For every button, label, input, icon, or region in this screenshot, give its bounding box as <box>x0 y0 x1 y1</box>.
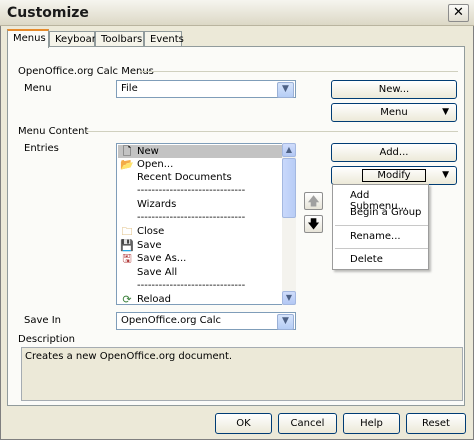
save-icon: 💾 <box>120 239 134 252</box>
list-item[interactable]: Save All <box>118 266 282 279</box>
menu-item-begin-group[interactable]: Begin a Group <box>350 207 421 218</box>
tab-events-label: Events <box>150 34 184 45</box>
list-item[interactable]: ------------------------------ <box>118 279 282 292</box>
close-button[interactable]: ✕ <box>448 4 469 22</box>
move-down-button[interactable]: 🡇 <box>304 215 323 233</box>
reset-button[interactable]: Reset <box>406 413 466 434</box>
new-button-label: New... <box>378 84 410 95</box>
entries-scrollbar[interactable]: ▲ ▼ <box>282 143 296 305</box>
menu-separator <box>335 225 428 226</box>
arrow-down-icon: 🡇 <box>307 217 320 231</box>
menu-select[interactable]: File ▼ <box>116 80 296 98</box>
modify-dropdown-menu: Add Submenu... Begin a Group Rename... D… <box>332 184 429 270</box>
scroll-up-arrow[interactable]: ▲ <box>282 143 296 157</box>
menu-separator <box>335 248 428 249</box>
entry-label: Save As... <box>137 253 187 264</box>
new-document-icon: 🗋 <box>122 145 132 158</box>
list-item[interactable]: 🗋 New <box>118 145 282 158</box>
menu-item-delete[interactable]: Delete <box>350 254 383 265</box>
dropdown-arrow-icon: ▼ <box>442 107 449 117</box>
title-bar: Customize <box>0 0 474 26</box>
close-icon: ✕ <box>453 5 464 20</box>
list-item[interactable]: Wizards <box>118 198 282 211</box>
list-item[interactable]: 🖫 Save As... <box>118 252 282 265</box>
reload-icon: ⟳ <box>122 293 132 305</box>
chevron-down-icon: ▼ <box>285 293 293 302</box>
close-document-icon: 🗀 <box>121 225 133 238</box>
tab-menus-label: Menus <box>13 33 46 44</box>
tab-toolbars[interactable]: Toolbars <box>95 31 144 47</box>
list-item[interactable]: 💾 Save <box>118 239 282 252</box>
add-button-label: Add... <box>379 147 409 158</box>
menu-dropdown-button[interactable]: Menu ▼ <box>331 103 457 122</box>
content-section-title: Menu Content <box>18 126 89 137</box>
list-item[interactable]: 🗀 Close <box>118 225 282 238</box>
add-button[interactable]: Add... <box>331 143 457 162</box>
menus-section-title: OpenOffice.org Calc Menus <box>18 66 154 77</box>
help-button[interactable]: Help <box>343 413 400 434</box>
window-title: Customize <box>7 5 89 21</box>
menu-label: Menu <box>24 83 52 94</box>
scroll-thumb[interactable] <box>282 158 296 218</box>
entry-label: Recent Documents <box>137 172 232 183</box>
menu-button-label: Menu <box>380 107 408 118</box>
modify-button[interactable]: Modify ▼ <box>331 166 457 185</box>
help-button-label: Help <box>360 418 383 429</box>
tab-keyboard[interactable]: Keyboard <box>49 31 102 47</box>
arrow-up-icon: 🡅 <box>307 194 320 208</box>
list-item[interactable]: Recent Documents <box>118 171 282 184</box>
save-in-label: Save In <box>24 315 62 326</box>
ok-button-label: OK <box>236 418 251 429</box>
move-up-button[interactable]: 🡅 <box>304 192 323 210</box>
description-text: Creates a new OpenOffice.org document. <box>25 351 233 362</box>
save-in-select[interactable]: OpenOffice.org Calc ▼ <box>116 312 296 330</box>
entry-label: Save <box>137 240 162 251</box>
description-label: Description <box>18 334 75 345</box>
chevron-up-icon: ▲ <box>285 145 293 154</box>
tab-events[interactable]: Events <box>144 31 184 47</box>
entries-label: Entries <box>24 143 59 154</box>
cancel-button-label: Cancel <box>290 418 325 429</box>
reset-button-label: Reset <box>422 418 450 429</box>
entry-label: Reload <box>137 294 172 305</box>
tab-menus[interactable]: Menus <box>7 29 49 48</box>
menu-select-value: File <box>121 83 138 94</box>
scroll-down-arrow[interactable]: ▼ <box>282 291 296 305</box>
new-button[interactable]: New... <box>331 80 457 99</box>
dropdown-arrow-icon: ▼ <box>442 170 449 180</box>
entry-label: Wizards <box>137 199 177 210</box>
cancel-button[interactable]: Cancel <box>278 413 337 434</box>
entry-label: Close <box>137 226 165 237</box>
entry-label: Save All <box>137 267 178 278</box>
list-item[interactable]: ------------------------------ <box>118 184 282 197</box>
list-item[interactable]: ⟳ Reload <box>118 293 282 305</box>
entry-separator: ------------------------------ <box>137 212 246 223</box>
tab-toolbars-label: Toolbars <box>101 34 143 45</box>
ok-button[interactable]: OK <box>215 413 272 434</box>
save-in-select-value: OpenOffice.org Calc <box>121 315 222 326</box>
open-folder-icon: 📂 <box>120 158 134 171</box>
list-item[interactable]: ------------------------------ <box>118 211 282 224</box>
content-section-separator <box>86 131 458 132</box>
menus-section-separator <box>140 71 458 72</box>
list-item[interactable]: 📂 Open... <box>118 158 282 171</box>
save-as-icon: 🖫 <box>122 252 132 265</box>
entries-list[interactable]: 🗋 New 📂 Open... Recent Documents ---------… <box>116 143 296 305</box>
entry-separator: ------------------------------ <box>137 280 246 291</box>
entry-label: New <box>137 146 159 157</box>
chevron-down-icon: ▼ <box>277 82 294 98</box>
modify-button-label: Modify <box>362 169 426 182</box>
menu-item-rename[interactable]: Rename... <box>350 231 401 242</box>
entry-separator: ------------------------------ <box>137 185 246 196</box>
chevron-down-icon: ▼ <box>277 314 294 330</box>
entry-label: Open... <box>137 159 174 170</box>
description-box: Creates a new OpenOffice.org document. <box>21 347 463 401</box>
